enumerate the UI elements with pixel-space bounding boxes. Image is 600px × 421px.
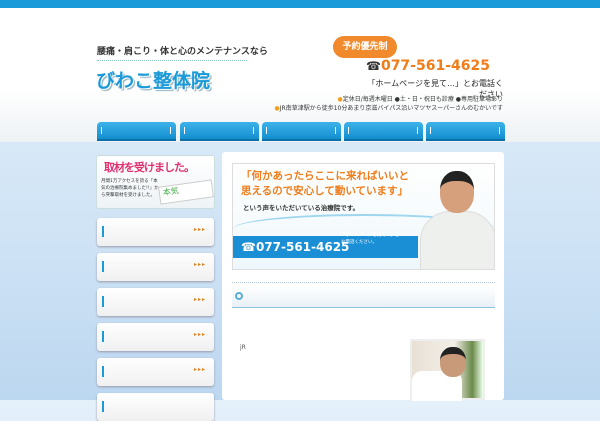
nav-tab-3[interactable] bbox=[262, 122, 341, 141]
info-line-2: ●JR南草津駅から徒歩10分あまり京滋バイパス沿いマツヤスーパーさんのむかいです bbox=[274, 105, 503, 112]
nav-tab-1[interactable] bbox=[97, 122, 176, 141]
sidebar-button-6[interactable] bbox=[97, 393, 214, 421]
body-text: jR bbox=[240, 344, 246, 351]
divider bbox=[97, 60, 247, 61]
banner-title: 取材を受けました。 bbox=[104, 161, 195, 174]
staff-photo bbox=[418, 169, 494, 269]
top-bar bbox=[0, 0, 600, 8]
hero-phone: ☎077-561-4625 「ホームページを見て…」とお電話ください。 bbox=[233, 233, 418, 258]
tagline: 腰痛・肩こり・体と心のメンテナンスなら bbox=[97, 47, 268, 57]
arrow-icon: ▸▸▸ bbox=[193, 296, 206, 303]
banner-text: 月間1万アクセスを誇る「本気の治療院集めました!!」から突撃取材を受けました。 bbox=[101, 179, 159, 198]
arrow-icon: ▸▸▸ bbox=[193, 226, 206, 233]
reservation-badge: 予約優先制 bbox=[333, 36, 397, 58]
hero-quote: 「何かあったらここに来ればいいと 思えるので安心して動いています」 bbox=[241, 170, 409, 197]
arrow-icon: ▸▸▸ bbox=[193, 331, 206, 338]
sidebar-button-5[interactable]: ▸▸▸ bbox=[97, 358, 214, 386]
nav-tab-5[interactable] bbox=[426, 122, 505, 141]
nav-tab-4[interactable] bbox=[344, 122, 423, 141]
hero-subtext: という声をいただいている治療院です。 bbox=[243, 204, 360, 212]
practitioner-photo bbox=[410, 339, 485, 401]
arrow-icon: ▸▸▸ bbox=[193, 261, 206, 268]
phone-icon: ☎ bbox=[366, 59, 381, 73]
sidebar-button-2[interactable]: ▸▸▸ bbox=[97, 253, 214, 281]
media-coverage-banner[interactable]: 取材を受けました。 月間1万アクセスを誇る「本気の治療院集めました!!」から突撃… bbox=[96, 155, 215, 209]
banner-card: 本気 bbox=[158, 179, 214, 205]
sidebar-button-3[interactable]: ▸▸▸ bbox=[97, 288, 214, 316]
circle-icon bbox=[235, 292, 243, 300]
divider bbox=[232, 282, 495, 283]
info-line-1: ●定休日/毎週木曜日 ●土・日・祝日も診療 ●専用駐車場あり bbox=[337, 96, 503, 103]
sidebar-button-1[interactable]: ▸▸▸ bbox=[97, 218, 214, 246]
hero-banner: 「何かあったらここに来ればいいと 思えるので安心して動いています」 という声をいた… bbox=[232, 163, 495, 270]
phone-number: 077-561-4625 bbox=[380, 58, 490, 74]
section-heading bbox=[232, 286, 495, 308]
sidebar-button-4[interactable]: ▸▸▸ bbox=[97, 323, 214, 351]
site-logo[interactable]: びわこ整体院 bbox=[96, 66, 210, 93]
arrow-icon: ▸▸▸ bbox=[193, 366, 206, 373]
nav-tab-2[interactable] bbox=[180, 122, 259, 141]
header-phone: ☎077-561-4625 bbox=[366, 58, 490, 74]
